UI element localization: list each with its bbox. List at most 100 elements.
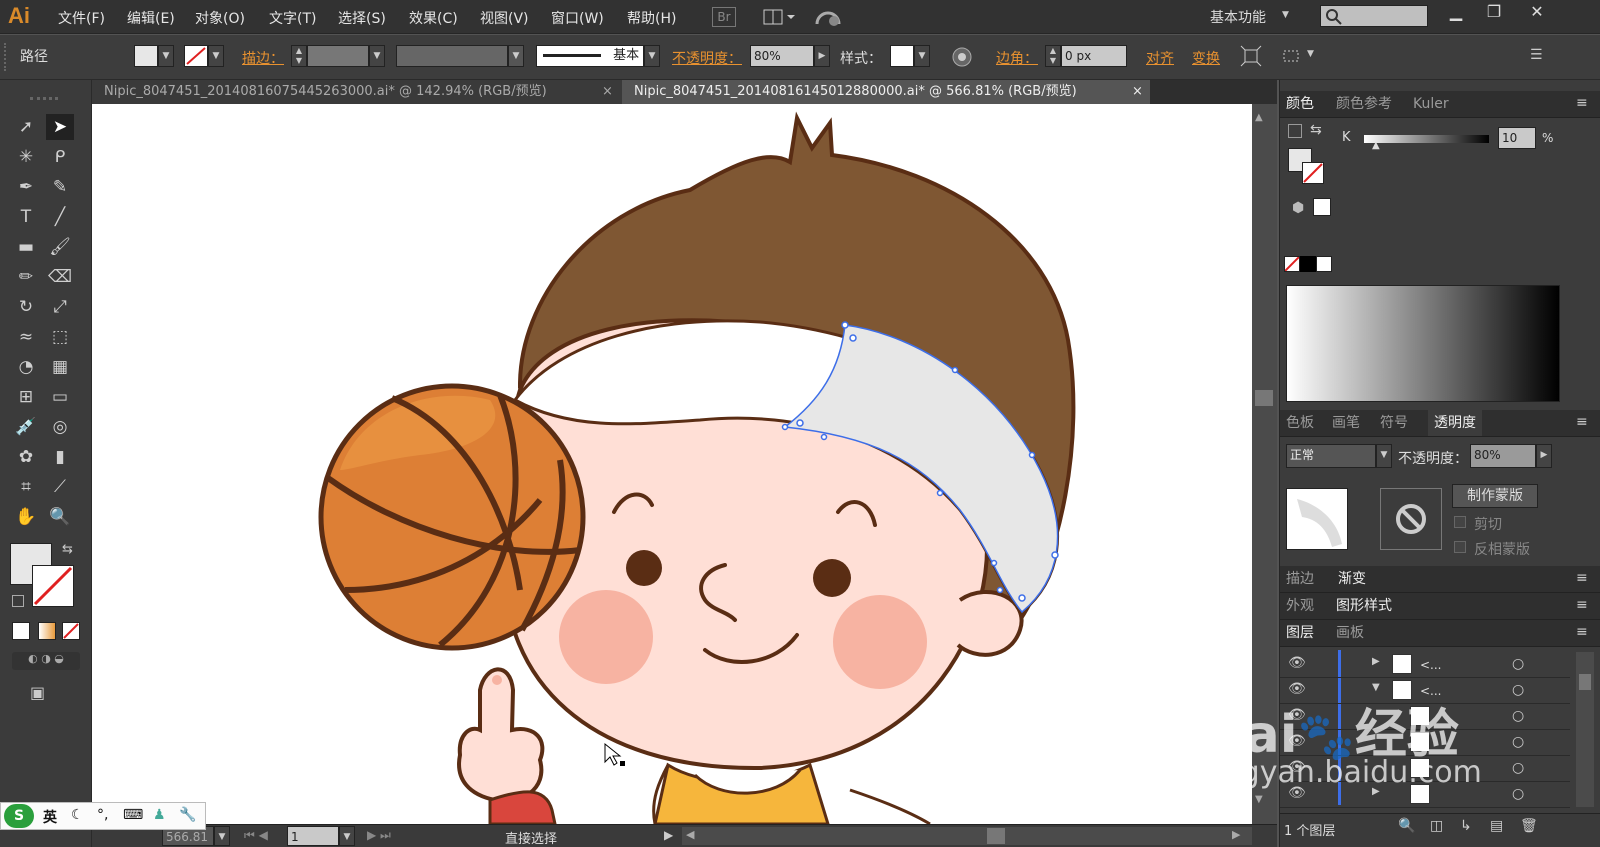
opacity-dropdown[interactable]: ▶: [814, 45, 830, 67]
target-circle-icon[interactable]: ○: [1512, 656, 1524, 672]
panel-menu-icon[interactable]: ≡: [1576, 597, 1588, 613]
tab-symbols[interactable]: 符号: [1380, 410, 1408, 436]
free-transform-icon[interactable]: ⬚: [46, 324, 74, 350]
search-input[interactable]: [1320, 5, 1428, 27]
restore-button[interactable]: ❐: [1475, 2, 1513, 24]
direct-selection-tool-icon[interactable]: ➤: [46, 114, 74, 140]
zoom-tool-icon[interactable]: 🔍: [46, 504, 74, 530]
default-fill-stroke-icon[interactable]: [1288, 124, 1302, 138]
tab-color[interactable]: 颜色: [1286, 91, 1314, 117]
gpu-performance-icon[interactable]: [814, 6, 844, 30]
stroke-weight-input[interactable]: [307, 45, 369, 67]
rotate-tool-icon[interactable]: ↻: [12, 294, 40, 320]
artboard-number-input[interactable]: 1: [287, 826, 339, 846]
swap-colors-icon[interactable]: ⇆: [62, 542, 73, 557]
recolor-artwork-icon[interactable]: [951, 46, 973, 68]
next-artboard-icon[interactable]: ▶ ⏭: [367, 828, 391, 843]
white-swatch[interactable]: [1316, 256, 1332, 272]
toolbox-grip[interactable]: [30, 97, 58, 100]
tab-document-1[interactable]: Nipic_8047451_20140816075445263000.ai* @…: [92, 80, 622, 104]
none-mode-icon[interactable]: [62, 622, 80, 640]
expand-triangle-icon[interactable]: ▶: [1372, 656, 1380, 667]
scroll-down-icon[interactable]: ▼: [1255, 794, 1263, 805]
black-swatch[interactable]: [1300, 256, 1316, 272]
hand-tool-icon[interactable]: ✋: [12, 504, 40, 530]
transform-link[interactable]: 变换: [1192, 48, 1220, 68]
wrench-icon[interactable]: 🔧: [179, 807, 196, 823]
color-mode-icon[interactable]: [12, 622, 30, 640]
panel-menu-icon[interactable]: ☰: [1530, 47, 1543, 63]
invert-mask-checkbox[interactable]: [1454, 541, 1466, 553]
magic-wand-icon[interactable]: ✳: [12, 144, 40, 170]
close-icon[interactable]: ×: [602, 80, 613, 104]
bridge-button[interactable]: Br: [712, 7, 736, 27]
status-menu-icon[interactable]: ▶: [664, 828, 673, 842]
artboard-canvas[interactable]: ▲ ▼: [92, 104, 1277, 824]
out-of-gamut-icon[interactable]: ⬢: [1292, 200, 1304, 216]
tab-swatches[interactable]: 色板: [1286, 410, 1314, 436]
stroke-label[interactable]: 描边：: [242, 48, 284, 68]
panel-menu-icon[interactable]: ≡: [1576, 95, 1588, 111]
shape-builder-icon[interactable]: ◔: [12, 354, 40, 380]
default-colors-icon[interactable]: [12, 595, 24, 607]
target-circle-icon[interactable]: ○: [1512, 734, 1524, 750]
variable-width-profile[interactable]: [396, 45, 508, 67]
scroll-up-icon[interactable]: ▲: [1255, 112, 1263, 123]
panel-menu-icon[interactable]: ≡: [1576, 570, 1588, 586]
menu-select[interactable]: 选择(S): [338, 8, 386, 28]
blend-mode-select[interactable]: 正常: [1286, 444, 1376, 468]
clipping-mask-icon[interactable]: ◫: [1430, 818, 1443, 834]
horizontal-scrollbar[interactable]: ◀ ▶: [682, 827, 1252, 845]
scroll-thumb[interactable]: [1255, 390, 1273, 406]
warp-tool-icon[interactable]: ≈: [12, 324, 40, 350]
tab-transparency[interactable]: 透明度: [1428, 410, 1482, 436]
tab-brushes[interactable]: 画笔: [1332, 410, 1360, 436]
color-spectrum[interactable]: [1286, 285, 1560, 402]
menu-view[interactable]: 视图(V): [480, 8, 529, 28]
menu-effect[interactable]: 效果(C): [409, 8, 458, 28]
transparency-opacity-input[interactable]: 80%: [1470, 444, 1536, 468]
pen-tool-icon[interactable]: ✒: [12, 174, 40, 200]
tab-color-guide[interactable]: 颜色参考: [1336, 91, 1392, 117]
ime-toolbar[interactable]: S 英 ☾ °, ⌨ ♟ 🔧: [0, 802, 206, 830]
keyboard-icon[interactable]: ⌨: [123, 807, 143, 823]
symbol-sprayer-icon[interactable]: ✿: [12, 444, 40, 470]
selection-tool-icon[interactable]: ➚: [12, 114, 40, 140]
stroke-color-box[interactable]: [32, 565, 74, 607]
bounding-box-icon[interactable]: [1280, 45, 1302, 67]
screen-mode-icon[interactable]: ▣: [30, 683, 58, 702]
tab-graphic-styles[interactable]: 图形样式: [1336, 593, 1392, 619]
arrange-documents-icon[interactable]: [763, 7, 797, 27]
perspective-grid-icon[interactable]: ▦: [46, 354, 74, 380]
brush-dropdown[interactable]: ▼: [644, 45, 660, 67]
tab-kuler[interactable]: Kuler: [1413, 91, 1449, 117]
curvature-pen-icon[interactable]: ✎: [46, 174, 74, 200]
opacity-label[interactable]: 不透明度：: [672, 48, 742, 68]
layers-scroll-thumb[interactable]: [1579, 674, 1591, 690]
menu-edit[interactable]: 编辑(E): [127, 8, 175, 28]
workspace-switcher[interactable]: 基本功能: [1210, 7, 1266, 27]
slice-tool-icon[interactable]: ⟋: [46, 474, 74, 500]
tab-stroke[interactable]: 描边: [1286, 566, 1314, 592]
target-circle-icon[interactable]: ○: [1512, 708, 1524, 724]
mesh-tool-icon[interactable]: ⊞: [12, 384, 40, 410]
column-graph-icon[interactable]: ▮: [46, 444, 74, 470]
menu-help[interactable]: 帮助(H): [627, 8, 676, 28]
draw-mode-icons[interactable]: ◐ ◑ ◒: [12, 652, 80, 670]
grip-handle[interactable]: [4, 43, 7, 71]
graphic-style-dropdown[interactable]: ▼: [914, 45, 930, 67]
eraser-icon[interactable]: ⌫: [46, 264, 74, 290]
variable-width-dropdown[interactable]: ▼: [508, 45, 524, 67]
tab-appearance[interactable]: 外观: [1286, 593, 1314, 619]
user-icon[interactable]: ♟: [153, 807, 166, 823]
artboard-dropdown[interactable]: ▼: [339, 826, 355, 846]
artboard-tool-icon[interactable]: ⌗: [12, 474, 40, 500]
new-sublayer-icon[interactable]: ↳: [1460, 818, 1472, 834]
tab-layers[interactable]: 图层: [1286, 620, 1314, 646]
menu-window[interactable]: 窗口(W): [551, 8, 604, 28]
ime-mode[interactable]: 英: [43, 807, 57, 827]
zoom-dropdown[interactable]: ▼: [214, 826, 230, 846]
isolate-selected-icon[interactable]: [1240, 45, 1262, 67]
none-swatch[interactable]: [1284, 256, 1300, 272]
fill-swatch[interactable]: [134, 45, 158, 67]
